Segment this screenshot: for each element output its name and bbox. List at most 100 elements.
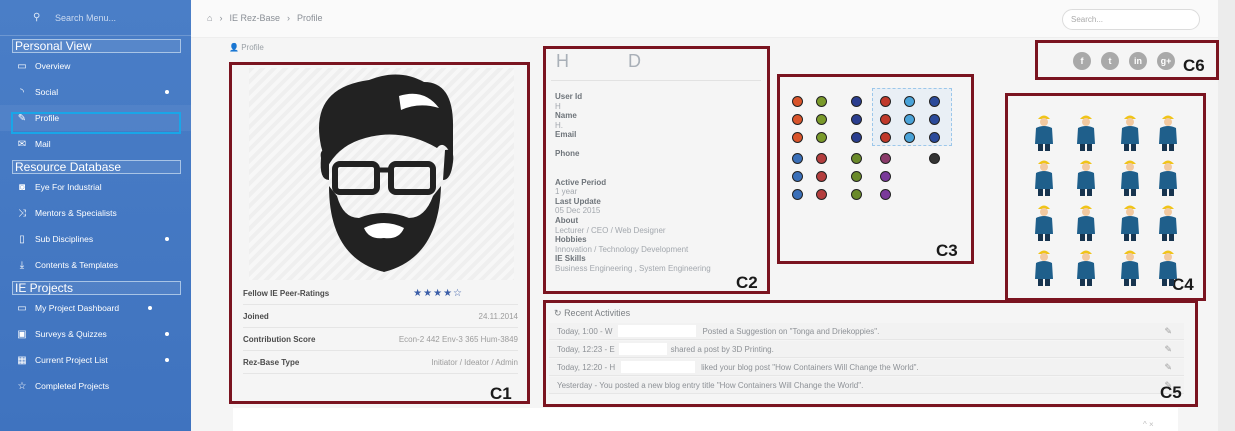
sidebar-item-eye-for-industrial[interactable]: ◙ Eye For Industrial — [0, 174, 191, 200]
bottom-panel — [233, 408, 1178, 431]
sidebar-item-label: Mentors & Specialists — [35, 208, 117, 218]
achievement-badge-icon[interactable] — [880, 153, 891, 164]
achievement-badge-icon[interactable] — [929, 96, 940, 107]
chevron-right-icon: › — [286, 13, 290, 23]
achievement-badge-icon[interactable] — [816, 132, 827, 143]
sidebar-item-project-dashboard[interactable]: ▭ My Project Dashboard — [0, 295, 191, 321]
notification-dot — [165, 90, 169, 94]
sidebar-item-label: Surveys & Quizzes — [35, 329, 107, 339]
panel-controls[interactable]: ^ × — [1143, 420, 1154, 429]
achievement-badge-icon[interactable] — [851, 189, 862, 200]
achievement-badge-icon[interactable] — [851, 153, 862, 164]
desktop-icon: ▭ — [17, 302, 27, 314]
achievement-badge-icon[interactable] — [816, 189, 827, 200]
download-icon: ⤓ — [19, 259, 25, 271]
engineer-worker-icon — [1068, 200, 1104, 242]
top-search-input[interactable] — [1062, 9, 1200, 30]
engineer-worker-icon — [1026, 110, 1062, 152]
home-icon[interactable]: ⌂ — [207, 13, 212, 23]
achievement-badge-icon[interactable] — [851, 114, 862, 125]
engineer-worker-icon — [1150, 110, 1186, 152]
notification-dot — [165, 332, 169, 336]
sidebar: ⚲ Personal View ▭ Overview ◝ Social ✎ Pr… — [0, 0, 191, 431]
achievement-badge-icon[interactable] — [929, 132, 940, 143]
sidebar-item-mentors[interactable]: ⤨ Mentors & Specialists — [0, 200, 191, 226]
sidebar-search[interactable]: ⚲ — [0, 0, 191, 36]
achievement-badge-icon[interactable] — [792, 132, 803, 143]
section-resource-database: Resource Database — [12, 160, 181, 174]
sidebar-item-contents-templates[interactable]: ⤓ Contents & Templates — [0, 252, 191, 278]
callout-label-c3: C3 — [936, 241, 958, 260]
callout-label-c1: C1 — [490, 384, 512, 403]
achievement-badge-icon[interactable] — [792, 96, 803, 107]
search-icon: ⚲ — [33, 12, 41, 23]
profile-highlight-box — [11, 112, 181, 134]
sidebar-item-label: Completed Projects — [35, 381, 110, 391]
achievement-badge-icon[interactable] — [880, 96, 891, 107]
engineer-worker-icon — [1068, 245, 1104, 287]
sidebar-item-surveys[interactable]: ▣ Surveys & Quizzes — [0, 321, 191, 347]
engineer-worker-icon — [1026, 155, 1062, 197]
achievement-badge-icon[interactable] — [851, 96, 862, 107]
list-icon: ▣ — [17, 328, 27, 340]
sidebar-item-label: Overview — [35, 61, 71, 71]
achievement-badge-icon[interactable] — [880, 132, 891, 143]
sidebar-item-sub-disciplines[interactable]: ▯ Sub Disciplines — [0, 226, 191, 252]
sidebar-item-label: Eye For Industrial — [35, 182, 102, 192]
sidebar-item-current-projects[interactable]: ▦ Current Project List — [0, 347, 191, 373]
achievement-badge-icon[interactable] — [929, 114, 940, 125]
sidebar-item-label: Current Project List — [35, 355, 108, 365]
achievement-badge-icon[interactable] — [880, 189, 891, 200]
achievement-badge-icon[interactable] — [851, 132, 862, 143]
achievement-badge-icon[interactable] — [792, 153, 803, 164]
breadcrumb-item[interactable]: IE Rez-Base — [229, 13, 280, 23]
engineer-worker-icon — [1150, 200, 1186, 242]
callout-label-c2: C2 — [736, 273, 758, 292]
callout-label-c6: C6 — [1183, 56, 1205, 75]
sidebar-item-overview[interactable]: ▭ Overview — [0, 53, 191, 79]
scrollbar-track[interactable] — [1218, 0, 1235, 431]
envelope-icon: ✉ — [17, 138, 27, 150]
achievement-badge-icon[interactable] — [880, 171, 891, 182]
callout-box-c5 — [543, 300, 1198, 407]
sidebar-item-label: My Project Dashboard — [35, 303, 120, 313]
achievement-badge-icon[interactable] — [816, 114, 827, 125]
callout-label-c5: C5 — [1160, 383, 1182, 402]
breadcrumb-item: Profile — [296, 13, 323, 23]
achievement-badge-icon[interactable] — [851, 171, 862, 182]
engineer-worker-icon — [1112, 155, 1148, 197]
achievement-badge-icon[interactable] — [792, 171, 803, 182]
engineer-worker-icon — [1150, 245, 1186, 287]
engineer-worker-icon — [1068, 155, 1104, 197]
achievement-badge-icon[interactable] — [904, 96, 915, 107]
achievement-badge-icon[interactable] — [792, 114, 803, 125]
achievement-badge-icon[interactable] — [904, 132, 915, 143]
achievement-badge-icon[interactable] — [816, 96, 827, 107]
shuffle-icon: ⤨ — [18, 207, 26, 219]
callout-box-c1 — [229, 62, 530, 404]
sidebar-search-input[interactable] — [55, 9, 175, 26]
grid-icon: ▦ — [17, 354, 27, 366]
monitor-icon: ▭ — [17, 60, 27, 72]
engineer-worker-icon — [1068, 110, 1104, 152]
sidebar-item-label: Mail — [35, 139, 51, 149]
callout-box-c3 — [777, 74, 974, 264]
achievement-badge-icon[interactable] — [929, 153, 940, 164]
rss-icon: ◝ — [20, 86, 24, 98]
achievement-badge-icon[interactable] — [816, 153, 827, 164]
achievement-badge-icon[interactable] — [880, 114, 891, 125]
top-bar: ⌂ › IE Rez-Base › Profile — [191, 0, 1235, 38]
file-icon: ▯ — [19, 233, 25, 245]
user-icon: 👤 — [229, 43, 239, 52]
engineer-worker-icon — [1026, 200, 1062, 242]
achievement-badge-icon[interactable] — [816, 171, 827, 182]
sidebar-item-social[interactable]: ◝ Social — [0, 79, 191, 105]
achievement-badge-icon[interactable] — [904, 114, 915, 125]
notification-dot — [165, 237, 169, 241]
sidebar-item-completed-projects[interactable]: ☆ Completed Projects — [0, 373, 191, 399]
sidebar-item-mail[interactable]: ✉ Mail — [0, 131, 191, 157]
chevron-right-icon: › — [219, 13, 223, 23]
profile-heading: 👤 Profile — [229, 43, 264, 52]
achievement-badge-icon[interactable] — [792, 189, 803, 200]
section-ie-projects: IE Projects — [12, 281, 181, 295]
